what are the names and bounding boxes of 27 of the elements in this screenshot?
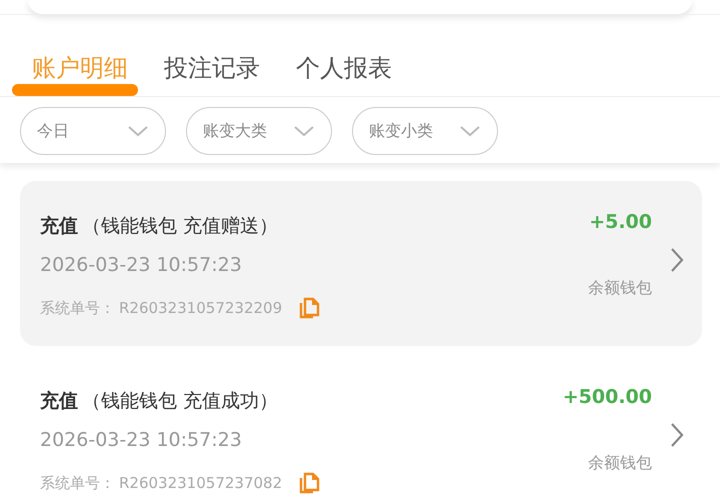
record-detail: （钱能钱包 充值成功） — [82, 388, 278, 414]
filter-dropdown[interactable]: 账变大类 — [186, 107, 332, 155]
order-number: R2603231057232209 — [119, 298, 282, 318]
record-time: 2026-03-23 10:57:23 — [40, 252, 243, 276]
order-label: 系统单号： — [40, 472, 115, 494]
record-type: 充值 — [40, 388, 78, 414]
record-type: 充值 — [40, 214, 78, 238]
tab[interactable]: 个人报表 — [276, 15, 402, 96]
copy-icon[interactable] — [298, 296, 320, 318]
chevron-down-icon — [459, 125, 481, 137]
amount: +5.00 — [589, 210, 652, 234]
copy-icon[interactable] — [298, 472, 320, 494]
record-time: 2026-03-23 10:57:23 — [40, 428, 243, 452]
amount: +500.00 — [562, 384, 652, 408]
wallet-name: 余额钱包 — [588, 278, 652, 298]
wallet-name: 余额钱包 — [588, 452, 652, 472]
chevron-down-icon — [127, 125, 149, 137]
chevron-down-icon — [293, 125, 315, 137]
chevron-right-icon — [670, 422, 684, 448]
chevron-right-icon — [670, 246, 684, 272]
filter-dropdown[interactable]: 账变小类 — [352, 107, 498, 155]
order-number: R2603231057237082 — [119, 472, 282, 494]
order-label: 系统单号： — [40, 298, 115, 318]
filter-dropdown[interactable]: 今日 — [20, 107, 166, 155]
record-detail: （钱能钱包 充值赠送） — [82, 214, 278, 238]
record-card[interactable]: 充值 （钱能钱包 充值赠送） 2026-03-23 10:57:23 系统单号： R2603231057232209 +5.00 余额钱包 — [20, 181, 702, 346]
tab[interactable]: 投注记录 — [144, 15, 270, 96]
